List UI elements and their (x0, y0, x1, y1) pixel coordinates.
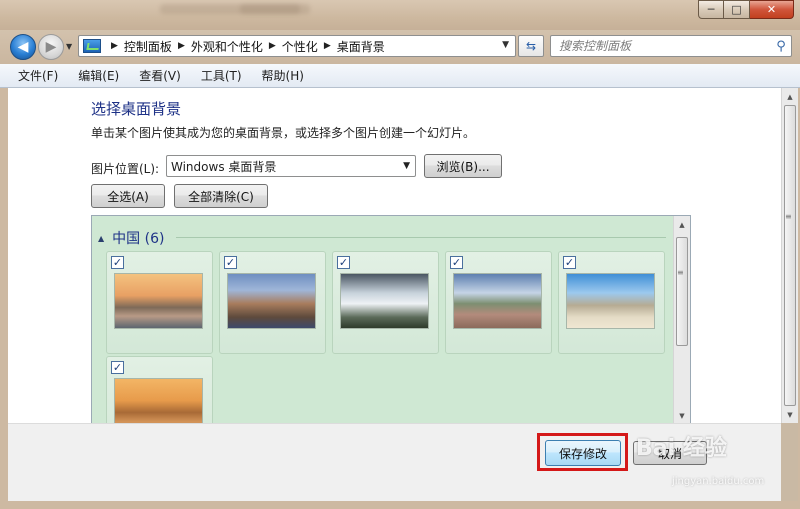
picture-checkbox[interactable]: ✓ (450, 256, 463, 269)
recent-pages-dropdown-icon[interactable]: ▼ (66, 42, 72, 51)
breadcrumb-appearance[interactable]: 外观和个性化 (191, 38, 263, 55)
group-divider (176, 237, 666, 238)
picture-checkbox[interactable]: ✓ (563, 256, 576, 269)
watermark: Bai 经验 (636, 436, 727, 461)
scroll-grip-icon: ≡ (677, 268, 684, 277)
refresh-button[interactable]: ⇆ (518, 35, 544, 57)
breadcrumb-separator-icon[interactable]: ▶ (324, 41, 331, 51)
gallery-scrollbar[interactable]: ▲ ≡ ▼ (673, 216, 690, 424)
breadcrumb-control-panel[interactable]: 控制面板 (124, 38, 172, 55)
picture-tile[interactable]: ✓ (106, 356, 213, 424)
picture-checkbox[interactable]: ✓ (111, 256, 124, 269)
blurred-title-text (240, 4, 300, 14)
title-bar: ─ □ ✕ (0, 0, 800, 30)
menu-view[interactable]: 查看(V) (129, 67, 191, 84)
page-description: 单击某个图片使其成为您的桌面背景，或选择多个图片创建一个幻灯片。 (91, 126, 476, 140)
picture-location-value: Windows 桌面背景 (171, 159, 277, 174)
breadcrumb-separator-icon[interactable]: ▶ (111, 41, 118, 51)
browse-button[interactable]: 浏览(B)... (424, 154, 502, 178)
bridge-sunset-picture[interactable] (114, 378, 203, 424)
picture-tile[interactable]: ✓ (106, 251, 213, 354)
picture-tile[interactable]: ✓ (332, 251, 439, 354)
scroll-down-icon[interactable]: ▼ (782, 406, 798, 423)
chevron-down-icon[interactable]: ▼ (403, 161, 410, 171)
picture-location-label: 图片位置(L): (91, 162, 160, 176)
control-panel-icon (83, 39, 101, 53)
breadcrumb-personalization[interactable]: 个性化 (282, 38, 318, 55)
window-controls: ─ □ ✕ (698, 0, 794, 20)
picture-gallery: ▲ 中国 (6) ✓ ✓ ✓ ✓ ✓ ✓ ▲ ≡ ▼ (91, 215, 691, 425)
picture-tile[interactable]: ✓ (558, 251, 665, 354)
rice-terraces-picture[interactable] (453, 273, 542, 329)
menu-edit[interactable]: 编辑(E) (68, 67, 129, 84)
menu-tools[interactable]: 工具(T) (191, 67, 252, 84)
forward-button[interactable]: ▶ (38, 34, 64, 60)
search-input[interactable] (551, 39, 771, 53)
save-changes-button[interactable]: 保存修改 (545, 440, 621, 466)
group-title: 中国 (6) (112, 231, 165, 247)
select-all-button[interactable]: 全选(A) (91, 184, 165, 208)
menu-file[interactable]: 文件(F) (8, 67, 68, 84)
clear-all-button[interactable]: 全部清除(C) (174, 184, 268, 208)
mountains-picture[interactable] (340, 273, 429, 329)
picture-tile[interactable]: ✓ (219, 251, 326, 354)
breadcrumb-desktop-background[interactable]: 桌面背景 (337, 38, 385, 55)
watermark-url: jingyan.baidu.com (672, 476, 765, 487)
maximize-button[interactable]: □ (724, 0, 750, 19)
scroll-thumb[interactable] (784, 105, 796, 406)
refresh-icon: ⇆ (525, 39, 537, 53)
picture-checkbox[interactable]: ✓ (337, 256, 350, 269)
close-button[interactable]: ✕ (750, 0, 794, 19)
group-header[interactable]: ▲ 中国 (6) (98, 228, 164, 248)
back-arrow-icon: ◀ (17, 39, 29, 55)
address-bar[interactable]: ▶ 控制面板 ▶ 外观和个性化 ▶ 个性化 ▶ 桌面背景 ▼ (78, 35, 516, 57)
window-frame (0, 501, 800, 509)
minimize-button[interactable]: ─ (698, 0, 724, 19)
breadcrumb-separator-icon[interactable]: ▶ (269, 41, 276, 51)
picture-checkbox[interactable]: ✓ (224, 256, 237, 269)
li-river-picture[interactable] (114, 273, 203, 329)
content-pane: 选择桌面背景 单击某个图片使其成为您的桌面背景，或选择多个图片创建一个幻灯片。 … (8, 88, 781, 425)
scroll-grip-icon: ≡ (785, 212, 792, 221)
picture-location-select[interactable]: Windows 桌面背景 ▼ (166, 155, 416, 177)
menu-bar: 文件(F) 编辑(E) 查看(V) 工具(T) 帮助(H) (0, 64, 800, 88)
breadcrumb-separator-icon[interactable]: ▶ (178, 41, 185, 51)
beach-rocks-picture[interactable] (566, 273, 655, 329)
window-frame (0, 88, 8, 509)
address-dropdown-icon[interactable]: ▼ (502, 40, 509, 50)
scroll-down-icon[interactable]: ▼ (674, 407, 690, 424)
scroll-up-icon[interactable]: ▲ (674, 216, 690, 233)
collapse-triangle-icon[interactable]: ▲ (98, 234, 104, 243)
search-box[interactable]: ⚲ (550, 35, 792, 57)
picture-checkbox[interactable]: ✓ (111, 361, 124, 374)
scroll-up-icon[interactable]: ▲ (782, 88, 798, 105)
window-scrollbar[interactable]: ▲ ≡ ▼ (781, 88, 798, 423)
picture-tile[interactable]: ✓ (445, 251, 552, 354)
great-wall-picture[interactable] (227, 273, 316, 329)
forward-arrow-icon: ▶ (45, 39, 57, 55)
search-icon[interactable]: ⚲ (771, 39, 791, 54)
menu-help[interactable]: 帮助(H) (252, 67, 314, 84)
back-button[interactable]: ◀ (10, 34, 36, 60)
scroll-thumb[interactable] (676, 237, 688, 346)
page-title: 选择桌面背景 (91, 100, 182, 118)
